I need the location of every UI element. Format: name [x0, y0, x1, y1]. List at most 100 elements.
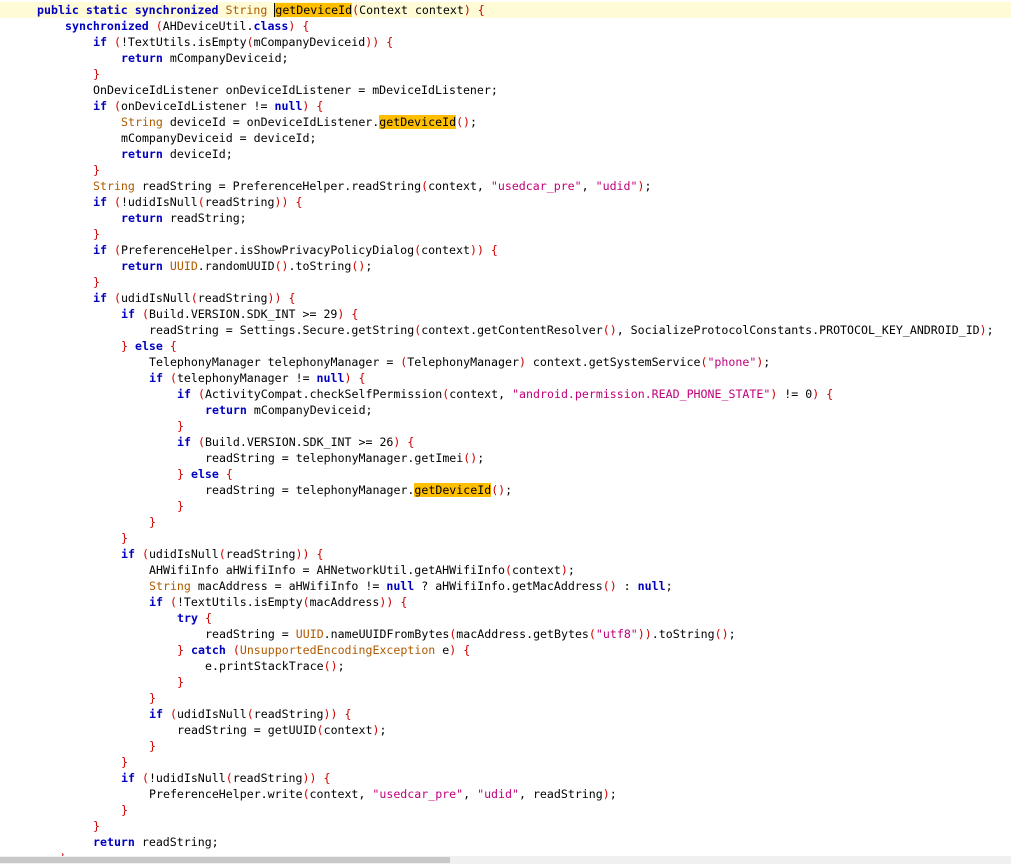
code-line[interactable]: if (onDeviceIdListener != null) { [0, 98, 1011, 114]
code-token: ( [421, 179, 429, 193]
code-token: context.getContentResolver [421, 323, 603, 337]
code-line[interactable]: String deviceId = onDeviceIdListener.get… [0, 114, 1011, 130]
code-token: return [121, 211, 163, 225]
code-line[interactable]: PreferenceHelper.write(context, "usedcar… [0, 786, 1011, 802]
code-token: "udid" [595, 179, 638, 193]
code-line[interactable]: } catch (UnsupportedEncodingException e)… [0, 642, 1011, 658]
code-line[interactable]: } [0, 530, 1011, 546]
code-line[interactable]: } else { [0, 338, 1011, 354]
code-line[interactable]: if (Build.VERSION.SDK_INT >= 29) { [0, 306, 1011, 322]
code-token: UnsupportedEncodingException [239, 643, 436, 657]
code-line[interactable]: e.printStackTrace(); [0, 658, 1011, 674]
code-line[interactable]: } [0, 674, 1011, 690]
code-line[interactable]: if (!udidIsNull(readString)) { [0, 194, 1011, 210]
code-line[interactable]: if (udidIsNull(readString)) { [0, 290, 1011, 306]
code-token: public static synchronized [37, 3, 219, 17]
code-line[interactable]: readString = UUID.nameUUIDFromBytes (macA… [0, 626, 1011, 642]
code-token: ( [141, 307, 149, 321]
code-token: null [637, 579, 666, 593]
code-line[interactable]: return readString; [0, 834, 1011, 850]
code-line[interactable]: } [0, 690, 1011, 706]
code-line[interactable]: if (udidIsNull(readString)) { [0, 546, 1011, 562]
code-line[interactable]: return readString; [0, 210, 1011, 226]
code-token: TelephonyManager telephonyManager = [149, 355, 401, 369]
code-line[interactable]: if (!udidIsNull(readString)) { [0, 770, 1011, 786]
code-text: if (udidIsNull(readString)) { [93, 290, 295, 306]
code-token: "utf8" [595, 627, 638, 641]
code-line[interactable]: } [0, 162, 1011, 178]
code-line[interactable]: return UUID.randomUUID().toString(); [0, 258, 1011, 274]
code-line[interactable]: } [0, 802, 1011, 818]
code-token: if [149, 371, 163, 385]
code-line[interactable]: mCompanyDeviceid = deviceId; [0, 130, 1011, 146]
code-token: } [177, 643, 184, 657]
code-line[interactable]: } [0, 754, 1011, 770]
code-token: deviceId = onDeviceIdListener. [162, 115, 380, 129]
code-line[interactable]: if (!TextUtils.isEmpty(macAddress)) { [0, 594, 1011, 610]
code-token: ; [567, 563, 575, 577]
code-line[interactable]: if (!TextUtils.isEmpty(mCompanyDeviceid)… [0, 34, 1011, 50]
code-token: return [121, 51, 163, 65]
code-line[interactable]: if (PreferenceHelper.isShowPrivacyPolicy… [0, 242, 1011, 258]
code-token: readString [197, 291, 268, 305]
code-line[interactable]: readString = getUUID(context); [0, 722, 1011, 738]
code-token: if [149, 595, 163, 609]
code-text: } [93, 818, 100, 834]
code-line[interactable]: } else { [0, 466, 1011, 482]
code-text: if (udidIsNull(readString)) { [121, 546, 323, 562]
code-text: } catch (UnsupportedEncodingException e)… [177, 642, 470, 658]
code-token: .toString [288, 259, 352, 273]
code-line[interactable]: } [0, 66, 1011, 82]
code-line[interactable]: try { [0, 610, 1011, 626]
code-token: } [149, 739, 156, 753]
code-line[interactable]: } [0, 738, 1011, 754]
code-token: ; [477, 451, 485, 465]
code-token: ) [979, 323, 987, 337]
code-line[interactable]: } [0, 818, 1011, 834]
code-token: context [511, 563, 561, 577]
code-line[interactable]: readString = Settings.Secure.getString(c… [0, 322, 1011, 338]
scrollbar-thumb[interactable] [0, 857, 450, 863]
code-line[interactable]: AHWifiInfo aHWifiInfo = AHNetworkUtil.ge… [0, 562, 1011, 578]
code-token: readString [225, 547, 296, 561]
code-token: ( [113, 99, 121, 113]
code-line[interactable]: String macAddress = aHWifiInfo != null ?… [0, 578, 1011, 594]
code-line[interactable]: if (telephonyManager != null) { [0, 370, 1011, 386]
code-line[interactable]: if (Build.VERSION.SDK_INT >= 26) { [0, 434, 1011, 450]
code-token: ( [302, 595, 310, 609]
code-token: readString = telephonyManager. [205, 483, 415, 497]
code-line[interactable]: } [0, 418, 1011, 434]
code-line[interactable]: } [0, 274, 1011, 290]
code-token: ; [763, 355, 771, 369]
code-line[interactable]: } [0, 226, 1011, 242]
code-token: { [407, 435, 415, 449]
code-token: AHWifiInfo aHWifiInfo = AHNetworkUtil.ge… [149, 563, 505, 577]
code-text: } [121, 754, 128, 770]
code-line[interactable]: OnDeviceIdListener onDeviceIdListener = … [0, 82, 1011, 98]
code-text: if (telephonyManager != null) { [149, 370, 365, 386]
code-text: if (udidIsNull(readString)) { [149, 706, 351, 722]
code-line[interactable]: readString = telephonyManager.getDeviceI… [0, 482, 1011, 498]
code-line[interactable]: } [0, 514, 1011, 530]
code-line[interactable]: readString = telephonyManager.getImei(); [0, 450, 1011, 466]
code-line[interactable]: synchronized (AHDeviceUtil.class) { [0, 18, 1011, 34]
code-line[interactable]: return mCompanyDeviceid; [0, 402, 1011, 418]
code-editor[interactable]: public static synchronized String getDev… [0, 0, 1011, 856]
code-token: )) [323, 707, 338, 721]
code-line[interactable]: TelephonyManager telephonyManager = (Tel… [0, 354, 1011, 370]
code-line[interactable]: return deviceId; [0, 146, 1011, 162]
code-token: mCompanyDeviceid; [162, 51, 289, 65]
code-token: ; [728, 627, 736, 641]
code-line[interactable]: return mCompanyDeviceid; [0, 50, 1011, 66]
code-line[interactable]: } [0, 498, 1011, 514]
code-line[interactable]: if (udidIsNull(readString)) { [0, 706, 1011, 722]
code-token: ; [644, 179, 652, 193]
code-text: } [93, 66, 100, 82]
code-line[interactable]: if (ActivityCompat.checkSelfPermission(c… [0, 386, 1011, 402]
code-token: readString = PreferenceHelper.readString [134, 179, 422, 193]
code-token: return [93, 835, 135, 849]
code-line[interactable]: String readString = PreferenceHelper.rea… [0, 178, 1011, 194]
code-line[interactable]: public static synchronized String getDev… [0, 2, 1011, 18]
